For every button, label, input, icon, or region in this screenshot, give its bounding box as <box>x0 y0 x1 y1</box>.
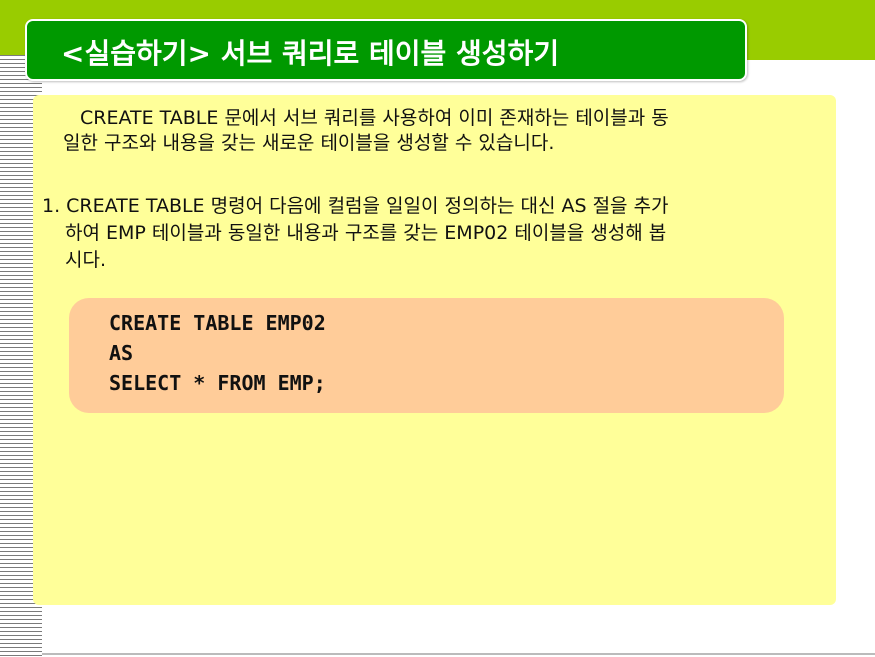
title-banner: <실습하기> 서브 쿼리로 테이블 생성하기 <box>25 19 747 81</box>
slide-title: <실습하기> 서브 쿼리로 테이블 생성하기 <box>61 37 560 70</box>
code-block: CREATE TABLE EMP02 AS SELECT * FROM EMP; <box>69 298 784 413</box>
step-1-line-3: 시다. <box>65 249 106 271</box>
intro-line-2: 일한 구조와 내용을 갖는 새로운 테이블을 생성할 수 있습니다. <box>63 132 555 154</box>
code-line-1: CREATE TABLE EMP02 <box>109 311 326 335</box>
step-1-line-2: 하여 EMP 테이블과 동일한 내용과 구조를 갖는 EMP02 테이블을 생성… <box>65 222 667 244</box>
bottom-divider <box>42 653 875 655</box>
code-line-2: AS <box>109 341 134 365</box>
step-1-line-1: 1. CREATE TABLE 명령어 다음에 컬럼을 일일이 정의하는 대신 … <box>42 195 669 217</box>
code-line-3: SELECT * FROM EMP; <box>109 371 326 395</box>
